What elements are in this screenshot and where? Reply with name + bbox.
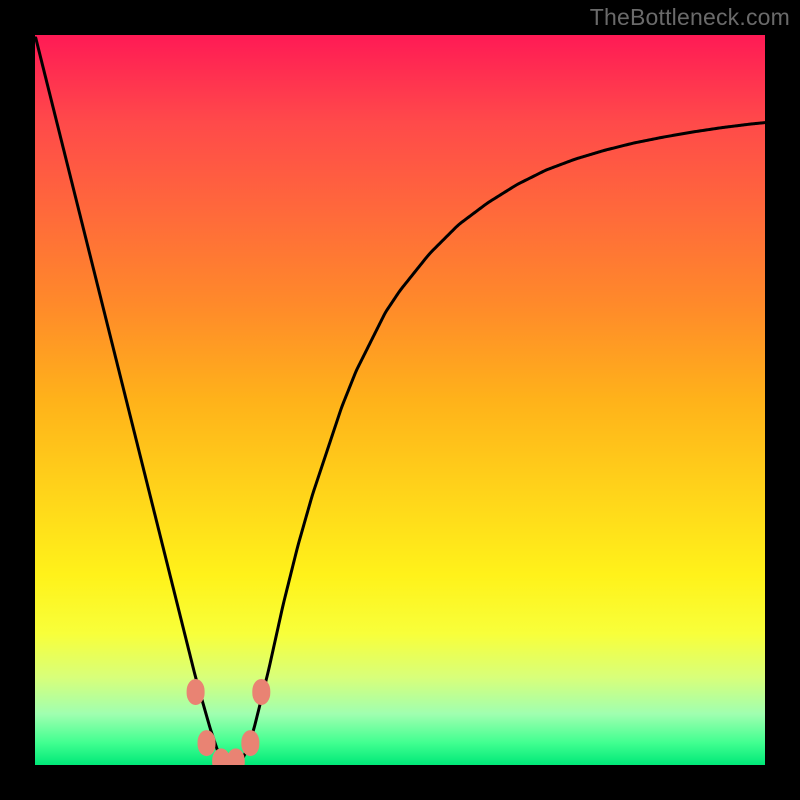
valley-marker [227, 748, 245, 765]
valley-marker [187, 679, 205, 705]
valley-marker [252, 679, 270, 705]
valley-marker [241, 730, 259, 756]
curve-layer [35, 35, 765, 765]
plot-area [35, 35, 765, 765]
watermark-text: TheBottleneck.com [590, 4, 790, 31]
valley-marker [198, 730, 216, 756]
bottleneck-curve [36, 38, 765, 765]
chart-frame: TheBottleneck.com [0, 0, 800, 800]
